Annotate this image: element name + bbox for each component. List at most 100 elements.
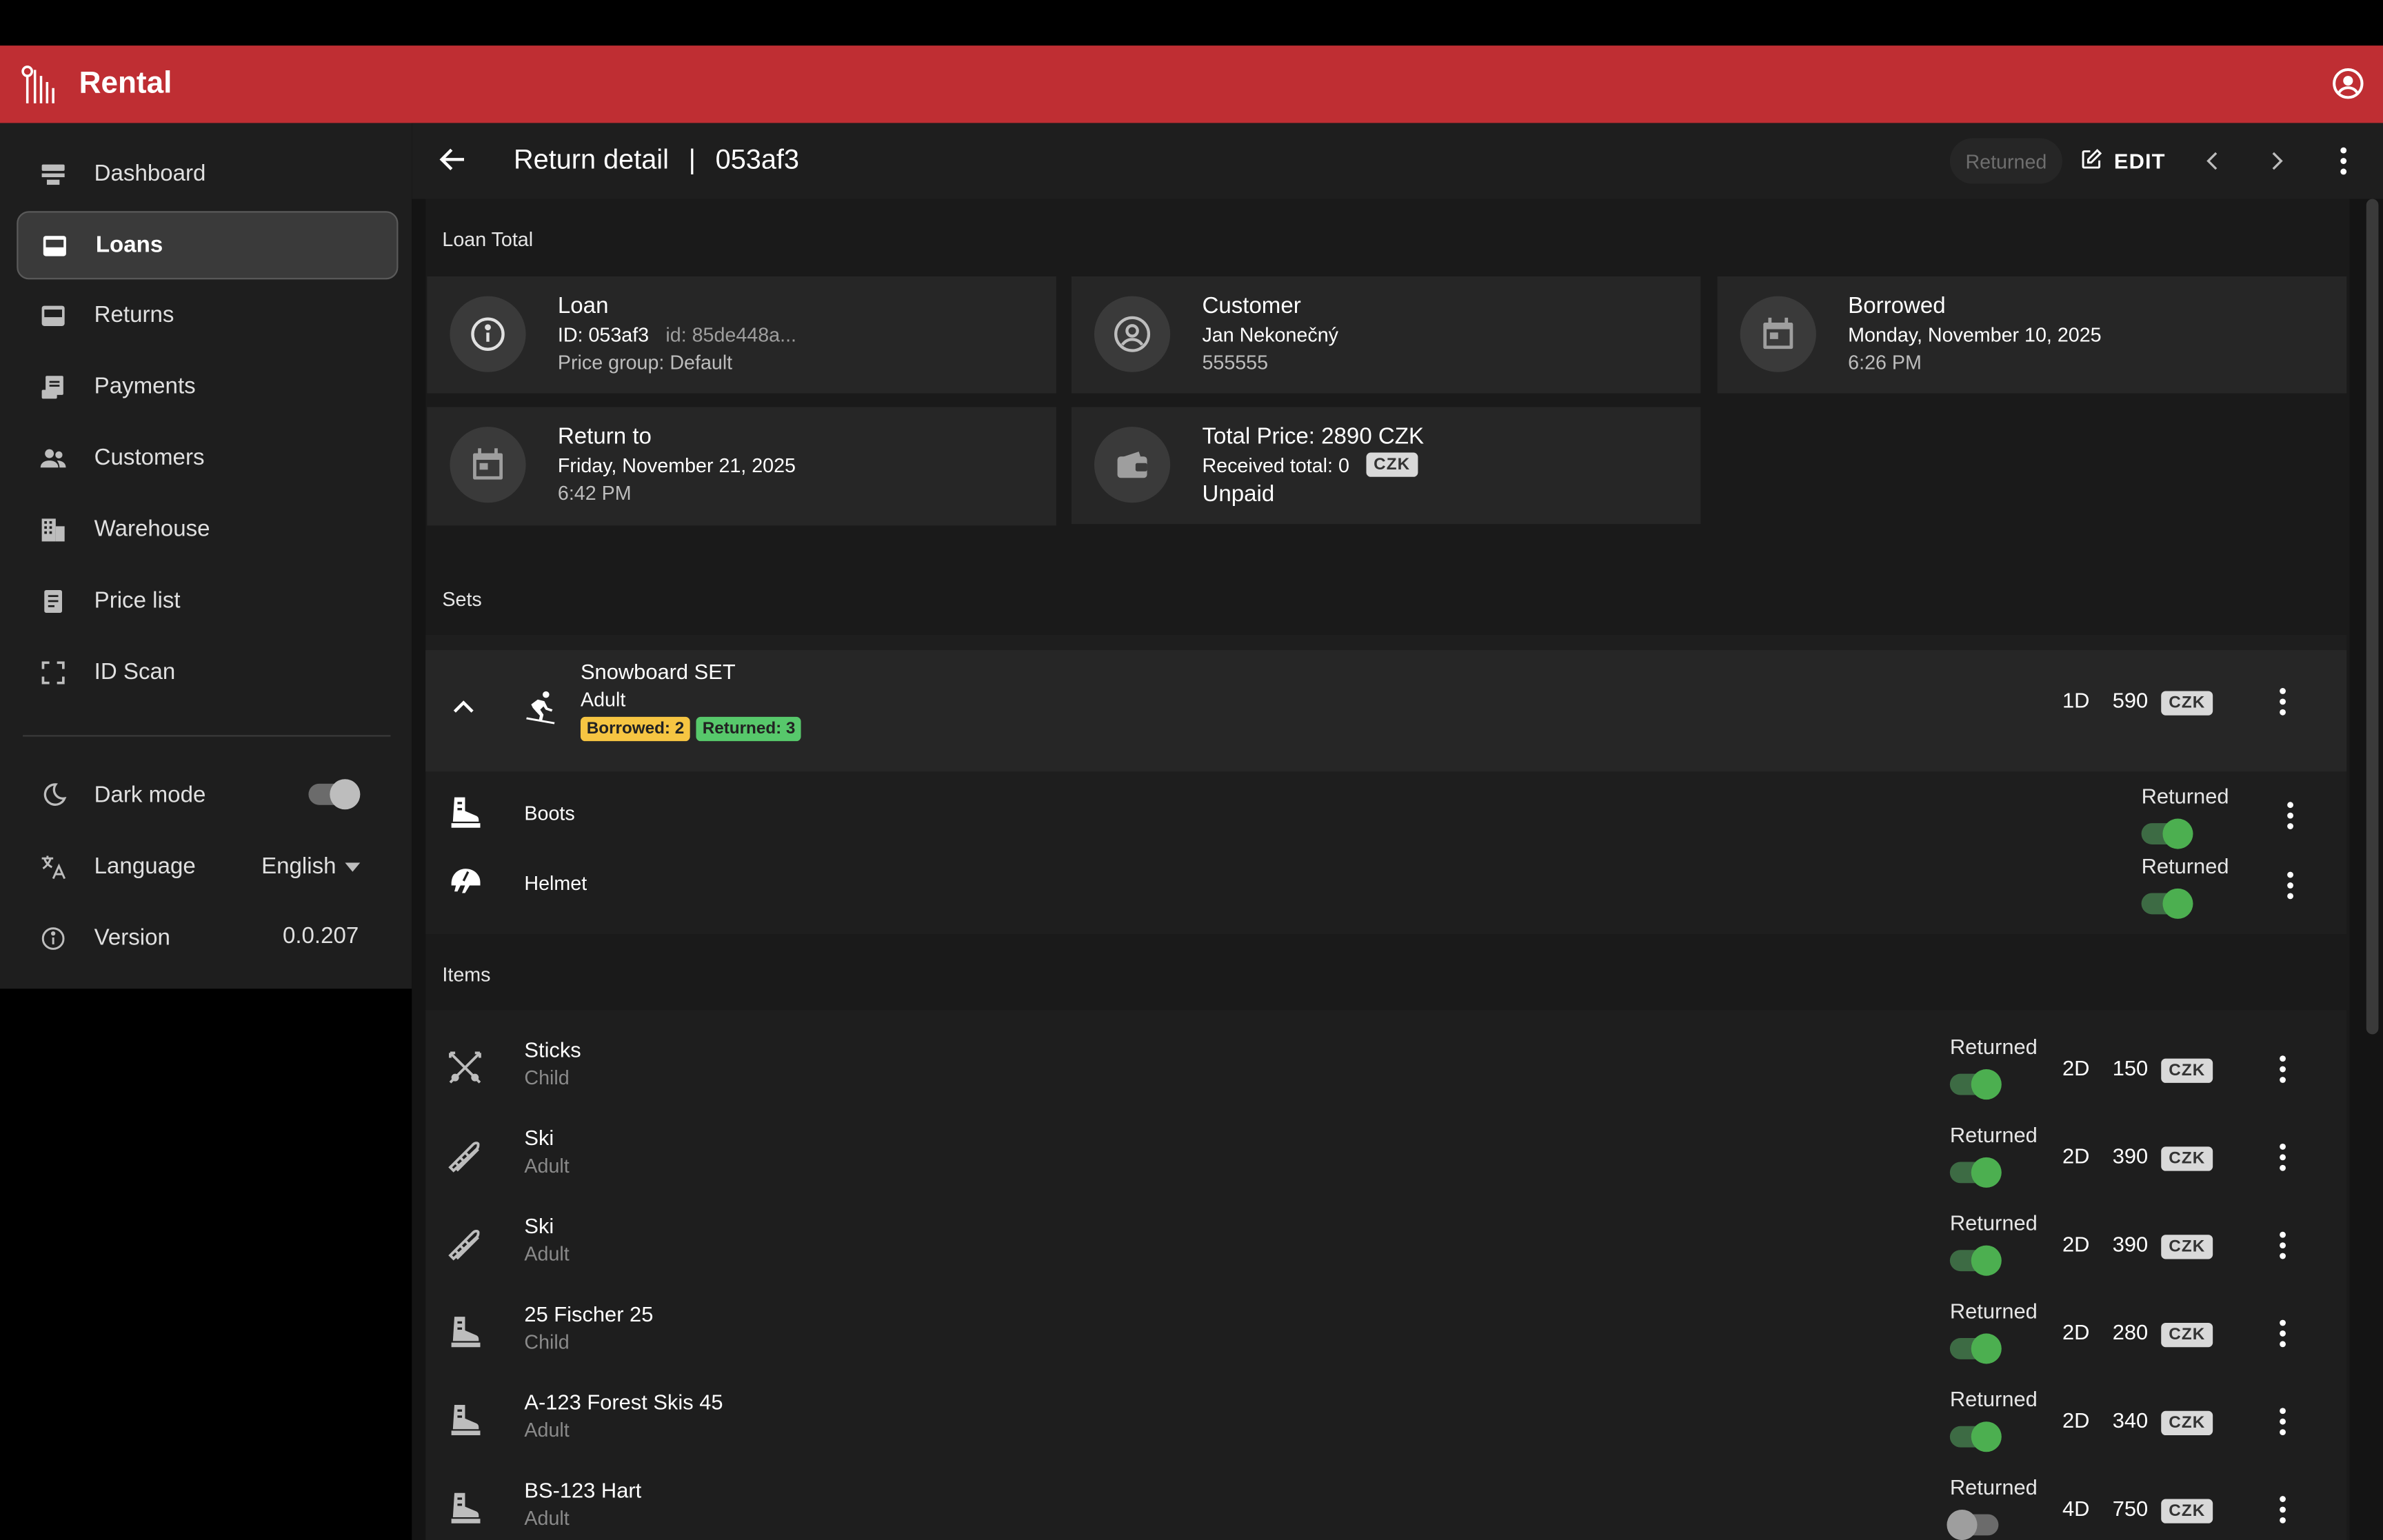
boot-icon <box>444 1399 487 1441</box>
people-icon <box>35 440 72 476</box>
item-price: 390 <box>2112 1231 2149 1257</box>
account-icon[interactable] <box>2331 67 2364 100</box>
returned-toggle[interactable] <box>1949 1421 2002 1452</box>
returned-toggle-block: Returned <box>1949 1122 2038 1188</box>
calendar-icon <box>1740 296 1816 372</box>
sidebar-item-label: Customers <box>94 445 205 471</box>
returned-toggle[interactable] <box>1949 1333 2002 1364</box>
more-vertical-icon[interactable] <box>2268 1051 2298 1088</box>
currency-badge: CZK <box>2161 688 2213 716</box>
customer-title: Customer <box>1202 293 1301 319</box>
sidebar-item-label: Price list <box>94 587 181 614</box>
returned-toggle-block: Returned <box>1949 1298 2038 1364</box>
edit-button[interactable]: EDIT <box>2079 138 2165 183</box>
helmet-icon <box>447 864 483 909</box>
app-root: Rental Dashboard Loans Returns Payments … <box>0 0 2383 1540</box>
back-arrow-icon[interactable] <box>436 143 473 179</box>
scan-icon <box>35 654 72 690</box>
return-to-title: Return to <box>557 423 652 450</box>
sidebar-item-payments[interactable]: Payments <box>17 354 395 419</box>
list-item: Ski Adult Returned 2D 390 CZK <box>425 1202 2346 1290</box>
edit-icon <box>2079 147 2103 176</box>
item-duration: 4D <box>2062 1496 2090 1521</box>
total-price-title: Total Price: 2890 CZK <box>1202 423 1425 450</box>
item-category: Child <box>524 1066 570 1089</box>
currency-badge: CZK <box>2161 1232 2213 1259</box>
sidebar-item-label: Dashboard <box>94 161 206 187</box>
currency-badge: CZK <box>2161 1144 2213 1171</box>
sidebar-item-warehouse[interactable]: Warehouse <box>17 496 395 562</box>
calendar-icon <box>450 427 526 503</box>
borrowed-time: 6:26 PM <box>1848 350 1922 374</box>
receipt-icon <box>35 368 72 405</box>
set-badges: Borrowed: 2 Returned: 3 <box>580 714 807 742</box>
returned-label: Returned <box>1949 1298 2038 1323</box>
returned-toggle-block: Returned <box>2141 783 2229 849</box>
main-content: Return detail | 053af3 Returned EDIT Loa… <box>412 123 2383 1540</box>
list-item: 25 Fischer 25 Child Returned 2D 280 CZK <box>425 1290 2346 1378</box>
returned-toggle[interactable] <box>2141 888 2193 919</box>
dark-mode-row[interactable]: Dark mode <box>17 762 395 828</box>
more-vertical-icon[interactable] <box>2268 1315 2298 1352</box>
sidebar-item-price-list[interactable]: Price list <box>17 568 395 634</box>
wallet-icon <box>1094 427 1171 503</box>
more-vertical-icon[interactable] <box>2268 1404 2298 1440</box>
scrollbar[interactable] <box>2366 199 2379 1035</box>
version-value: 0.0.207 <box>282 923 359 950</box>
chevron-left-icon[interactable] <box>2195 143 2231 179</box>
system-top-bar <box>0 0 2383 46</box>
detail-header: Return detail | 053af3 Returned EDIT <box>412 123 2383 199</box>
skis-icon <box>444 1223 487 1266</box>
more-vertical-icon[interactable] <box>2275 867 2306 904</box>
item-price: 340 <box>2112 1408 2149 1432</box>
set-header[interactable]: Snowboard SET Adult Borrowed: 2 Returned:… <box>425 649 2347 772</box>
sidebar-item-loans[interactable]: Loans <box>17 211 399 280</box>
returned-label: Returned <box>2141 783 2229 809</box>
more-vertical-icon[interactable] <box>2275 798 2306 834</box>
returned-label: Returned <box>1949 1210 2038 1235</box>
account-circle-icon <box>1094 296 1171 372</box>
returned-label: Returned <box>1949 1475 2038 1499</box>
return-to-card: Return to Friday, November 21, 2025 6:42… <box>427 407 1056 526</box>
more-vertical-icon[interactable] <box>2268 1227 2298 1264</box>
more-vertical-icon[interactable] <box>2268 683 2298 720</box>
sidebar-item-id-scan[interactable]: ID Scan <box>17 640 395 705</box>
returned-toggle[interactable] <box>1949 1245 2002 1276</box>
returned-toggle[interactable] <box>1949 1069 2002 1100</box>
returned-label: Returned <box>1949 1386 2038 1411</box>
language-select[interactable]: English <box>261 852 361 880</box>
customer-name: Jan Nekonečný <box>1202 323 1338 347</box>
received-total: Received total: 0 CZK <box>1202 452 1418 477</box>
currency-badge: CZK <box>2161 1055 2213 1083</box>
loan-id: ID: 053af3 id: 85de448a... <box>557 323 797 347</box>
translate-icon <box>35 848 72 884</box>
detail-content: Loan Total Loan ID: 053af3 id: 85de448a..… <box>425 199 2350 1540</box>
returned-toggle[interactable] <box>1947 1509 1999 1540</box>
return-to-time: 6:42 PM <box>557 481 632 505</box>
returned-toggle[interactable] <box>2141 818 2193 849</box>
list-item: BS-123 Hart Adult Returned 4D 750 CZK <box>425 1466 2346 1540</box>
more-vertical-icon[interactable] <box>2268 1139 2298 1175</box>
list-item: Ski Adult Returned 2D 390 CZK <box>425 1113 2346 1202</box>
set-part-row: Helmet Returned <box>425 851 2346 920</box>
sidebar-item-customers[interactable]: Customers <box>17 425 395 491</box>
chevron-up-icon[interactable] <box>448 693 479 731</box>
chevron-right-icon[interactable] <box>2258 143 2295 179</box>
boot-icon <box>444 1310 487 1353</box>
more-vertical-icon[interactable] <box>2268 1492 2298 1528</box>
item-duration: 2D <box>2062 1408 2090 1432</box>
more-vertical-icon[interactable] <box>2325 143 2362 179</box>
loan-card: Loan ID: 053af3 id: 85de448a... Price gro… <box>427 276 1056 394</box>
item-name: A-123 Forest Skis 45 <box>524 1389 723 1415</box>
customer-card[interactable]: Customer Jan Nekonečný 555555 <box>1071 276 1701 394</box>
sidebar-item-dashboard[interactable]: Dashboard <box>17 141 395 207</box>
total-price-card: Total Price: 2890 CZK Received total: 0 … <box>1071 407 1701 525</box>
dark-mode-toggle[interactable] <box>308 779 361 810</box>
part-name: Helmet <box>524 871 587 895</box>
currency-badge: CZK <box>1366 452 1418 477</box>
set-panel: Snowboard SET Adult Borrowed: 2 Returned:… <box>425 634 2347 934</box>
sidebar-item-returns[interactable]: Returns <box>17 283 395 348</box>
sidebar: Dashboard Loans Returns Payments Custome… <box>0 123 412 989</box>
returned-toggle[interactable] <box>1949 1157 2002 1188</box>
customer-phone: 555555 <box>1202 350 1269 374</box>
